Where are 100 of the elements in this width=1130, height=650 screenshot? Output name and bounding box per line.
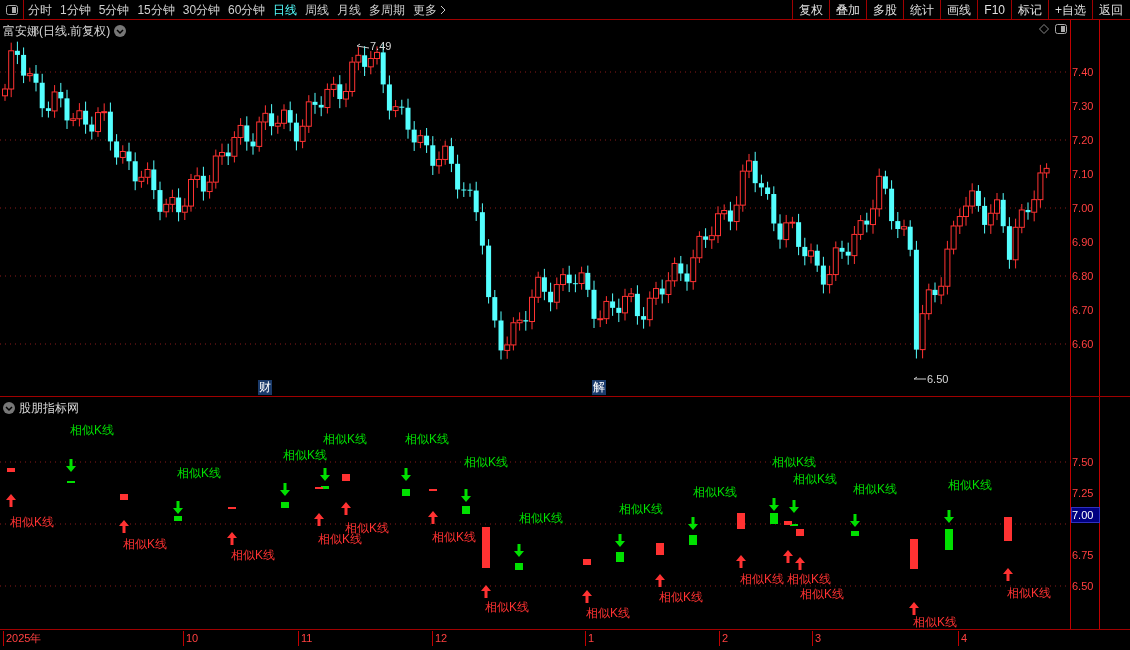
signal-label: 相似K线	[177, 466, 221, 480]
toolbar-button[interactable]: 叠加	[829, 0, 867, 19]
signal-label: 相似K线	[693, 485, 737, 499]
signal-label: 相似K线	[405, 432, 449, 446]
signal-bar	[402, 489, 410, 496]
down-arrow-icon	[401, 468, 411, 481]
up-arrow-icon	[1003, 568, 1013, 581]
signal-label: 相似K线	[485, 600, 529, 614]
down-arrow-icon	[320, 468, 330, 481]
signal-bar	[910, 539, 918, 569]
indicator-tick: 6.75	[1072, 549, 1094, 561]
signal-bar	[583, 559, 591, 565]
signal-label: 相似K线	[70, 423, 114, 437]
signal-bar	[342, 474, 350, 481]
signal-bar	[1004, 517, 1012, 541]
event-marker[interactable]: 解	[592, 380, 606, 395]
signal-label: 相似K线	[231, 548, 275, 562]
down-arrow-icon	[944, 510, 954, 523]
price-tick: 7.10	[1072, 168, 1094, 180]
price-tick: 7.20	[1072, 134, 1094, 146]
down-arrow-icon	[688, 517, 698, 530]
signal-label: 相似K线	[1007, 586, 1051, 600]
indicator-tick: 6.50	[1072, 580, 1094, 592]
signal-label: 相似K线	[323, 432, 367, 446]
signal-bar	[851, 531, 859, 536]
up-arrow-icon	[481, 585, 491, 598]
leader-line	[356, 43, 370, 50]
toolbar-button[interactable]: 返回	[1092, 0, 1129, 19]
period-tab[interactable]: 1分钟	[60, 0, 91, 19]
down-arrow-icon	[280, 483, 290, 496]
price-tick: 7.00	[1072, 202, 1094, 214]
time-axis-label: 1	[585, 631, 595, 646]
time-axis-label: 10	[183, 631, 199, 646]
high-price-label: 7.49	[370, 39, 392, 54]
toolbar-button[interactable]: 画线	[940, 0, 978, 19]
event-marker[interactable]: 财	[258, 380, 272, 395]
up-arrow-icon	[227, 532, 237, 545]
time-axis-label: 2	[719, 631, 729, 646]
signal-bar	[462, 506, 470, 514]
toolbar-button[interactable]: 统计	[903, 0, 941, 19]
panel-icon[interactable]	[1055, 24, 1067, 34]
signal-label: 相似K线	[740, 572, 784, 586]
up-arrow-icon	[582, 590, 592, 603]
down-arrow-icon	[789, 500, 799, 513]
signal-label: 相似K线	[432, 530, 476, 544]
signal-label: 相似K线	[793, 472, 837, 486]
signal-label: 相似K线	[948, 478, 992, 492]
signal-label: 相似K线	[464, 455, 508, 469]
price-tick: 6.90	[1072, 236, 1094, 248]
time-axis-label: 2025年	[3, 631, 42, 646]
down-arrow-icon	[461, 489, 471, 502]
down-arrow-icon	[66, 459, 76, 472]
period-tab[interactable]: 日线	[273, 0, 298, 19]
toolbar-button[interactable]: 标记	[1011, 0, 1048, 19]
signal-bar	[796, 529, 804, 536]
signal-bar	[482, 527, 490, 568]
signal-bar	[281, 502, 289, 508]
signal-bar	[945, 529, 953, 550]
period-tab[interactable]: 30分钟	[182, 0, 221, 19]
indicator-tick: 7.50	[1072, 456, 1094, 468]
price-tick: 7.40	[1072, 66, 1094, 78]
chevron-down-icon[interactable]	[114, 25, 127, 37]
time-axis-label: 3	[812, 631, 822, 646]
signal-label: 相似K线	[586, 606, 630, 620]
signal-label: 相似K线	[519, 511, 563, 525]
period-tab[interactable]: 60分钟	[228, 0, 266, 19]
price-tick: 7.30	[1072, 100, 1094, 112]
price-tick: 6.70	[1072, 304, 1094, 316]
toolbar-button[interactable]: F10	[977, 0, 1011, 19]
period-tab[interactable]: 5分钟	[98, 0, 130, 19]
signal-label: 相似K线	[853, 482, 897, 496]
signal-bar	[689, 535, 697, 545]
toolbar-button[interactable]: 多股	[866, 0, 904, 19]
signal-bar	[737, 513, 745, 529]
period-tab[interactable]: 分时	[28, 0, 52, 19]
period-tab[interactable]: 多周期	[369, 0, 406, 19]
down-arrow-icon	[514, 544, 524, 557]
up-arrow-icon	[909, 602, 919, 615]
signal-label: 相似K线	[619, 502, 663, 516]
signal-label: 相似K线	[800, 587, 844, 601]
signal-label: 相似K线	[913, 615, 957, 629]
up-arrow-icon	[119, 520, 129, 533]
up-arrow-icon	[6, 494, 16, 507]
toolbar-button[interactable]: +自选	[1048, 0, 1092, 19]
signal-bar	[174, 516, 182, 521]
toolbar-button[interactable]: 复权	[792, 0, 830, 19]
signal-label: 相似K线	[345, 521, 389, 535]
leader-line	[913, 376, 927, 383]
signal-label: 相似K线	[659, 590, 703, 604]
signal-bar	[656, 543, 664, 555]
chevron-down-icon[interactable]	[3, 402, 15, 414]
signal-bar	[770, 513, 778, 524]
period-tab[interactable]: 周线	[305, 0, 330, 19]
down-arrow-icon	[173, 501, 183, 514]
period-tab[interactable]: 月线	[337, 0, 362, 19]
signal-bar	[616, 552, 624, 562]
period-tab[interactable]: 15分钟	[137, 0, 175, 19]
signal-bar	[7, 468, 15, 472]
up-arrow-icon	[428, 511, 438, 524]
period-tab[interactable]: 更多	[413, 0, 447, 19]
